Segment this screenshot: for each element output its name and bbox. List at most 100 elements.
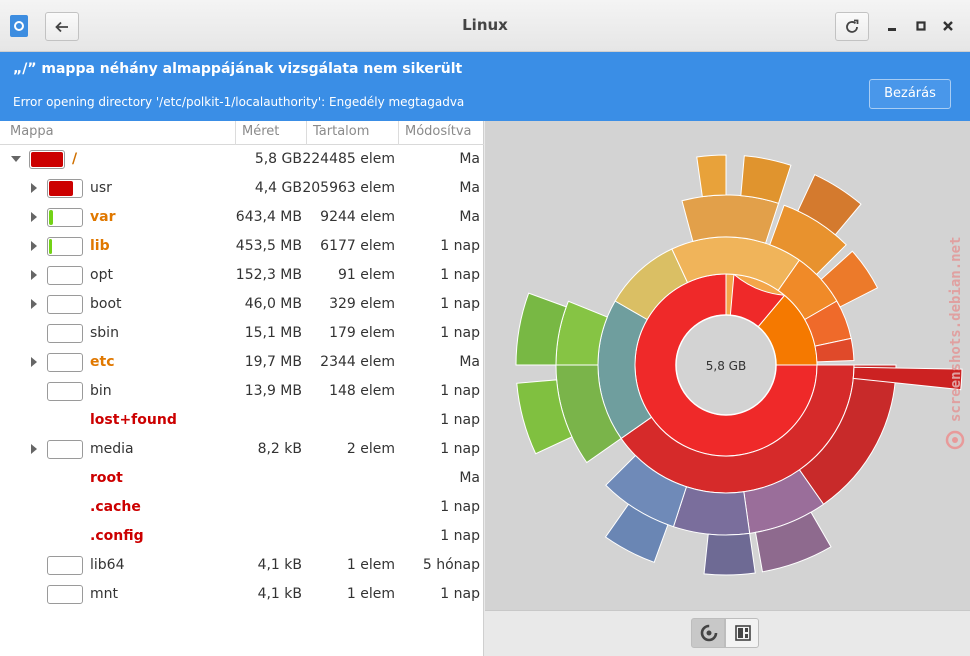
folder-contents: 179 elem <box>329 325 395 341</box>
expand-arrow-icon[interactable] <box>31 212 37 222</box>
folder-name: mnt <box>90 586 118 602</box>
ring-segment[interactable] <box>696 154 727 198</box>
column-divider <box>306 121 307 145</box>
folder-name: .config <box>90 528 144 544</box>
tree-row[interactable]: lib 453,5 MB 6177 elem 1 nap <box>0 232 484 261</box>
folder-contents: 148 elem <box>329 383 395 399</box>
folder-name: usr <box>90 180 112 196</box>
folder-modified: 1 nap <box>440 238 480 254</box>
folder-size: 8,2 kB <box>257 441 302 457</box>
folder-size: 4,4 GB <box>254 180 302 196</box>
folder-size: 15,1 MB <box>244 325 302 341</box>
folder-size: 4,1 kB <box>257 557 302 573</box>
folder-name: root <box>90 470 123 486</box>
close-infobar-button[interactable]: Bezárás <box>869 79 951 109</box>
folder-contents: 1 elem <box>346 586 395 602</box>
maximize-icon[interactable] <box>911 16 931 36</box>
usage-bar <box>47 382 83 401</box>
usage-bar <box>47 179 83 198</box>
expand-arrow-icon[interactable] <box>31 183 37 193</box>
column-header-folder[interactable]: Mappa <box>10 124 54 139</box>
minimize-icon[interactable] <box>882 16 902 36</box>
folder-modified: 1 nap <box>440 441 480 457</box>
collapse-arrow-icon[interactable] <box>11 156 21 162</box>
usage-bar <box>47 556 83 575</box>
folder-name: sbin <box>90 325 119 341</box>
expand-arrow-icon[interactable] <box>31 357 37 367</box>
folder-tree: Mappa Méret Tartalom Módosítva / 5,8 GB 22… <box>0 121 484 656</box>
folder-modified: 1 nap <box>440 412 480 428</box>
usage-bar <box>47 208 83 227</box>
ring-chart-pane: 5,8 GB <box>485 121 970 610</box>
folder-name: lost+found <box>90 412 177 428</box>
close-window-icon[interactable] <box>938 16 958 36</box>
tree-row[interactable]: usr 4,4 GB 205963 elem Ma <box>0 174 484 203</box>
folder-contents: 224485 elem <box>302 151 395 167</box>
ring-chart[interactable]: 5,8 GB <box>485 121 970 610</box>
folder-contents: 9244 elem <box>320 209 395 225</box>
folder-name: boot <box>90 296 122 312</box>
ring-segment[interactable] <box>703 532 756 576</box>
folder-size: 19,7 MB <box>244 354 302 370</box>
expand-arrow-icon[interactable] <box>31 299 37 309</box>
tree-row[interactable]: sbin 15,1 MB 179 elem 1 nap <box>0 319 484 348</box>
ring-chart-view-button[interactable] <box>691 618 725 648</box>
tree-row[interactable]: / 5,8 GB 224485 elem Ma <box>0 145 484 174</box>
ring-center-label: 5,8 GB <box>706 359 746 373</box>
tree-row[interactable]: root Ma <box>0 464 484 493</box>
folder-contents: 2344 elem <box>320 354 395 370</box>
error-heading: „/” mappa néhány almappájának vizsgálata… <box>13 61 463 77</box>
folder-size: 643,4 MB <box>235 209 302 225</box>
folder-size: 5,8 GB <box>254 151 302 167</box>
folder-modified: Ma <box>459 354 480 370</box>
usage-bar <box>47 353 83 372</box>
usage-bar <box>47 324 83 343</box>
tree-row[interactable]: opt 152,3 MB 91 elem 1 nap <box>0 261 484 290</box>
column-header-modified[interactable]: Módosítva <box>405 124 472 139</box>
folder-name: etc <box>90 354 115 370</box>
expand-arrow-icon[interactable] <box>31 270 37 280</box>
folder-modified: Ma <box>459 470 480 486</box>
tree-row[interactable]: etc 19,7 MB 2344 elem Ma <box>0 348 484 377</box>
ring-segment[interactable] <box>681 194 780 244</box>
tree-row[interactable]: bin 13,9 MB 148 elem 1 nap <box>0 377 484 406</box>
tree-row[interactable]: lib64 4,1 kB 1 elem 5 hónap <box>0 551 484 580</box>
folder-name: bin <box>90 383 112 399</box>
folder-size: 453,5 MB <box>235 238 302 254</box>
tree-row[interactable]: media 8,2 kB 2 elem 1 nap <box>0 435 484 464</box>
folder-name: opt <box>90 267 113 283</box>
tree-row[interactable]: mnt 4,1 kB 1 elem 1 nap <box>0 580 484 609</box>
folder-modified: 1 nap <box>440 499 480 515</box>
folder-name: / <box>72 151 78 167</box>
tree-row[interactable]: var 643,4 MB 9244 elem Ma <box>0 203 484 232</box>
usage-bar <box>47 237 83 256</box>
tree-row[interactable]: lost+found 1 nap <box>0 406 484 435</box>
usage-bar-fill <box>49 181 73 196</box>
folder-name: lib <box>90 238 110 254</box>
tree-row[interactable]: .config 1 nap <box>0 522 484 551</box>
folder-size: 13,9 MB <box>244 383 302 399</box>
folder-contents: 329 elem <box>329 296 395 312</box>
column-header-contents[interactable]: Tartalom <box>313 124 369 139</box>
watermark-text: screenshots.debian.net <box>948 237 964 422</box>
treemap-view-button[interactable] <box>725 618 759 648</box>
column-header-size[interactable]: Méret <box>242 124 279 139</box>
expand-arrow-icon[interactable] <box>31 241 37 251</box>
refresh-button[interactable] <box>835 12 869 41</box>
tree-row[interactable]: .cache 1 nap <box>0 493 484 522</box>
column-divider <box>235 121 236 145</box>
usage-bar-fill <box>49 239 52 254</box>
column-divider <box>398 121 399 145</box>
ring-segment[interactable] <box>740 155 792 204</box>
folder-contents: 1 elem <box>346 557 395 573</box>
folder-name: .cache <box>90 499 141 515</box>
treemap-icon <box>735 625 751 641</box>
folder-modified: Ma <box>459 151 480 167</box>
folder-size: 4,1 kB <box>257 586 302 602</box>
refresh-icon <box>846 19 859 33</box>
tree-row[interactable]: boot 46,0 MB 329 elem 1 nap <box>0 290 484 319</box>
usage-bar <box>47 266 83 285</box>
ring-segment[interactable] <box>672 486 751 536</box>
folder-size: 152,3 MB <box>235 267 302 283</box>
expand-arrow-icon[interactable] <box>31 444 37 454</box>
